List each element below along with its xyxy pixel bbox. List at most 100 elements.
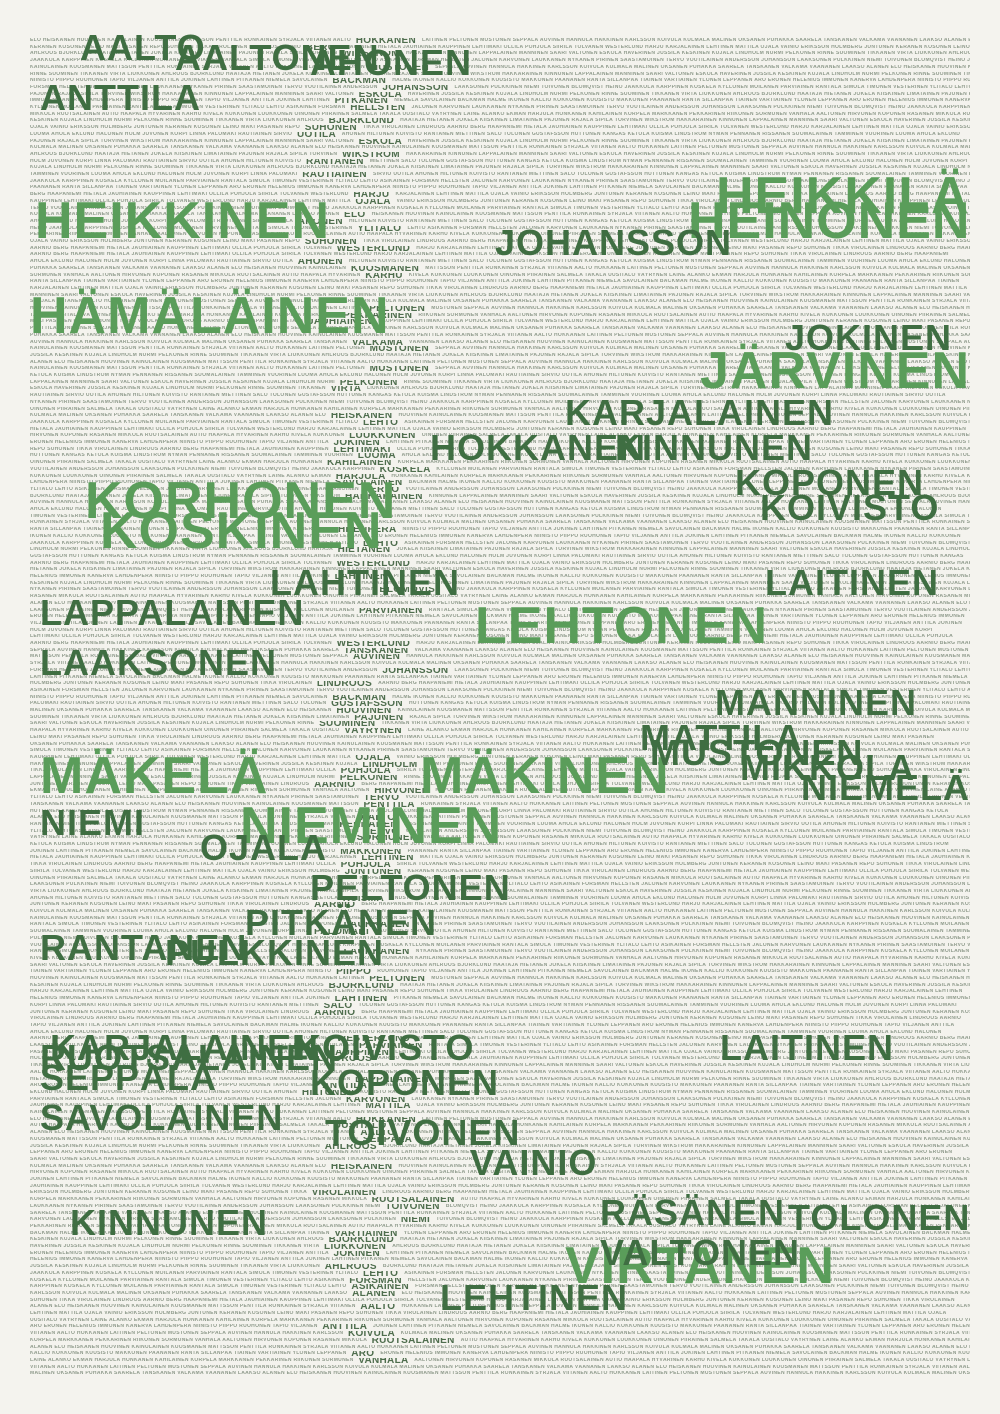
name-small: KOIVULA bbox=[497, 654, 524, 660]
name-small: KARPPINEN bbox=[649, 687, 683, 693]
name-small: HEINO bbox=[605, 667, 625, 673]
name-small: LINDHOLM bbox=[83, 580, 115, 586]
name-small: JUSSILA bbox=[657, 51, 682, 57]
name-small: VIITANEN bbox=[535, 741, 563, 747]
name-small: SAARELA bbox=[795, 38, 824, 43]
name-small: LAPPALAINEN bbox=[234, 91, 276, 97]
name-small: PENTTILÄ bbox=[138, 915, 167, 921]
name-small: SUOMALAINEN bbox=[630, 701, 673, 707]
name-small: AARNIO bbox=[378, 681, 402, 687]
name-small: RÄSÄNEN bbox=[935, 594, 965, 600]
name-small: VOUTILAINEN bbox=[304, 84, 344, 90]
name-small: LEHTINEN bbox=[851, 125, 882, 131]
name-small: MOILANEN bbox=[591, 587, 623, 593]
name-small: AHONEN bbox=[583, 842, 609, 847]
name-small: RAUTIAINEN bbox=[302, 172, 370, 177]
name-small: NIINISTÖ bbox=[963, 480, 970, 486]
name-small: BERG bbox=[897, 252, 915, 258]
name-small: KUISMA bbox=[893, 842, 917, 847]
name-small: HILTUNEN bbox=[608, 842, 638, 847]
name-small: MALINEN bbox=[965, 708, 970, 713]
name-small: KOSONEN bbox=[608, 855, 638, 861]
name-small: PAANANEN bbox=[823, 969, 856, 975]
name-small: SUHONEN bbox=[876, 862, 906, 868]
name-small: SIIRILÄ bbox=[281, 641, 303, 646]
name-small: TERVO bbox=[835, 882, 857, 888]
name-small: HIRVONEN bbox=[847, 111, 879, 117]
name-small: VÄÄNÄNEN bbox=[838, 976, 871, 981]
name-small: KOIVISTO bbox=[694, 808, 723, 814]
name-small: KETOLA bbox=[393, 393, 418, 399]
name-small: MIKKOLA bbox=[964, 594, 970, 600]
name-small: KARHU bbox=[365, 273, 406, 278]
name-small: KULMALA bbox=[605, 64, 635, 70]
name-small: WESTERLUND bbox=[641, 902, 682, 908]
name-small: TIKKA bbox=[75, 446, 95, 452]
name-small: HEISKANEN bbox=[244, 265, 278, 271]
name-small: PARVIAINEN bbox=[487, 205, 523, 211]
name-small: MUSTONEN bbox=[685, 265, 718, 271]
name-small: SUOMINEN bbox=[319, 721, 378, 726]
name-small: OLLILA bbox=[232, 560, 254, 566]
name-small: KUOSMANEN bbox=[69, 346, 107, 352]
name-small: BLOMQVIST bbox=[938, 419, 970, 425]
name-small: VÄÄNÄNEN bbox=[150, 265, 183, 271]
name-small: PASANEN bbox=[372, 989, 401, 995]
name-small: LAAKSONEN bbox=[259, 399, 296, 405]
name-small: WESTERLUND bbox=[82, 868, 123, 874]
name-small: KUOSMANEN bbox=[170, 359, 209, 365]
name-small: PULKKINEN bbox=[967, 935, 970, 941]
name-small: AHONEN bbox=[107, 393, 133, 399]
name-small: HELENIUS bbox=[267, 185, 298, 191]
name-small: PENNANEN bbox=[189, 453, 222, 459]
name-small: VIITANEN bbox=[547, 265, 575, 271]
name-small: EKMAN bbox=[711, 272, 734, 278]
name-small: PIRINEN bbox=[246, 687, 271, 693]
name-small: OKSANEN bbox=[738, 38, 767, 43]
name-small: LAAKSONEN bbox=[516, 828, 553, 834]
name-small: HEINO bbox=[706, 513, 726, 519]
name-small: RIIKONEN bbox=[462, 406, 492, 412]
name-small: AHLROOS bbox=[400, 386, 430, 392]
name-small: VALKAMA bbox=[608, 520, 637, 526]
name-small: TAKALA bbox=[379, 111, 403, 117]
name-small: KOSKELA bbox=[682, 687, 711, 693]
name-small: TOIVONEN bbox=[534, 687, 565, 693]
name-small: BJÖRKLUND bbox=[329, 983, 398, 988]
name-small: SAARELA bbox=[142, 145, 171, 151]
name-small: RIIKONEN bbox=[726, 111, 756, 117]
name-small: PIRINEN bbox=[730, 935, 755, 941]
name-small: TAMMINEN bbox=[30, 172, 61, 177]
name-small: PAJUNEN bbox=[238, 151, 266, 157]
name-small: PAANANEN bbox=[679, 574, 712, 579]
name-small: LAAKSO bbox=[841, 64, 867, 70]
name-small: NYMAN bbox=[708, 131, 731, 137]
name-small: SAARELA bbox=[635, 654, 664, 660]
name-small: KOIVULA bbox=[579, 346, 606, 352]
name-small: OLLILA bbox=[649, 125, 671, 131]
name-small: KYLLÖNEN bbox=[404, 942, 437, 948]
name-small: VÄÄNÄNEN bbox=[899, 815, 932, 821]
name-small: KYLLÖNEN bbox=[908, 922, 941, 928]
name-small: KINNUNEN bbox=[556, 714, 587, 720]
name-small: KULMALA bbox=[695, 815, 725, 821]
name-small: RUOHONEN bbox=[448, 527, 482, 533]
name-small: MALINEN bbox=[662, 976, 690, 981]
name-small: BJÖRKLUND bbox=[957, 493, 970, 499]
name-small: JAUHIAINEN bbox=[898, 426, 934, 432]
name-small: LINDSTRÖM bbox=[916, 842, 949, 847]
name-small: REPO bbox=[92, 734, 110, 740]
name-small: KIVELÄ bbox=[944, 473, 967, 479]
name-small: LINDROOS bbox=[129, 446, 160, 452]
name-small: HIETALA bbox=[586, 285, 612, 291]
name-small: TIMONEN bbox=[928, 828, 956, 834]
name-small: EKLUND bbox=[816, 627, 842, 633]
name-small: KIISKINEN bbox=[420, 547, 450, 553]
name-small: VIITANEN bbox=[590, 145, 618, 151]
name-small: KARPPINEN bbox=[363, 205, 397, 211]
name-small: LEHTIMÄKI bbox=[508, 902, 541, 908]
name-small: SIPILÄ bbox=[581, 352, 601, 358]
name-small: KARPPINEN bbox=[939, 105, 970, 110]
name-small: BERG bbox=[852, 855, 871, 861]
name-small: VANHALA bbox=[524, 406, 552, 412]
